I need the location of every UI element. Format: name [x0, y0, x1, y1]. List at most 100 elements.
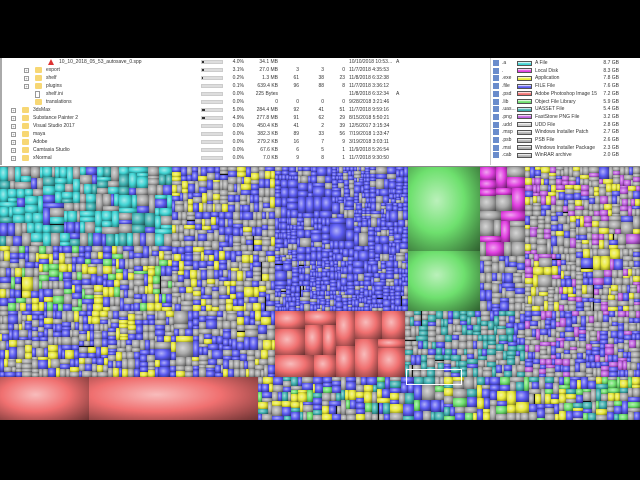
treemap-cell[interactable] — [43, 167, 53, 178]
treemap-cell[interactable] — [283, 415, 292, 420]
expand-icon[interactable]: + — [24, 75, 29, 81]
treemap-cell[interactable] — [480, 210, 501, 220]
treemap-cell[interactable] — [495, 405, 507, 415]
treemap-cell[interactable] — [506, 167, 525, 178]
treemap-cell[interactable] — [583, 249, 590, 259]
treemap-cell[interactable] — [272, 415, 284, 420]
treemap-cell[interactable] — [267, 219, 275, 227]
treemap-cell[interactable] — [275, 271, 287, 282]
treemap-cell[interactable] — [444, 415, 456, 420]
treemap-cell[interactable] — [383, 402, 391, 414]
treemap-cell[interactable] — [17, 346, 25, 359]
treemap-cell[interactable] — [38, 246, 47, 255]
treemap-cell[interactable] — [444, 388, 454, 397]
treemap-cell[interactable] — [0, 260, 10, 268]
treemap-cell[interactable] — [68, 211, 77, 223]
treemap-cell[interactable] — [610, 249, 620, 259]
treemap-cell[interactable] — [105, 234, 115, 246]
treemap-cell[interactable] — [164, 234, 172, 246]
treemap-cell[interactable] — [603, 269, 612, 277]
treemap-cell[interactable] — [160, 207, 172, 217]
treemap-cell[interactable] — [147, 302, 156, 311]
treemap-cell[interactable] — [403, 403, 415, 417]
treemap-cell[interactable] — [408, 167, 480, 251]
treemap-cell[interactable] — [37, 359, 48, 369]
treemap-cell[interactable] — [0, 377, 90, 420]
treemap-cell[interactable] — [315, 383, 323, 394]
tree-row[interactable]: 10_10_2018_05_53_autosave_0.spp 4.0% 34.1 … — [2, 58, 489, 66]
treemap-cell[interactable] — [377, 348, 405, 377]
treemap-cell[interactable] — [486, 242, 504, 256]
treemap-cell[interactable] — [232, 235, 241, 244]
treemap-cell[interactable] — [249, 337, 258, 351]
treemap-cell[interactable] — [600, 196, 609, 205]
treemap-cell[interactable] — [575, 251, 584, 259]
treemap-cell[interactable] — [160, 216, 172, 226]
treemap-cell[interactable] — [64, 184, 73, 192]
treemap-cell[interactable] — [224, 212, 233, 220]
treemap-cell[interactable] — [467, 388, 478, 398]
treemap-cell[interactable] — [101, 227, 120, 235]
treemap-cell[interactable] — [212, 182, 220, 190]
treemap-cell[interactable] — [165, 265, 172, 276]
treemap-cell[interactable] — [374, 244, 384, 255]
treemap-cell[interactable] — [232, 350, 240, 358]
treemap[interactable] — [0, 166, 640, 420]
treemap-cell[interactable] — [119, 212, 132, 221]
treemap-cell[interactable] — [92, 232, 102, 246]
treemap-cell[interactable] — [9, 346, 18, 359]
treemap-cell[interactable] — [7, 167, 16, 181]
treemap-cell[interactable] — [636, 269, 640, 276]
treemap-cell[interactable] — [160, 280, 168, 289]
treemap-cell[interactable] — [536, 417, 545, 420]
treemap-cell[interactable] — [386, 167, 397, 175]
treemap-cell[interactable] — [96, 181, 109, 189]
treemap-cell[interactable] — [568, 203, 576, 211]
treemap-cell[interactable] — [364, 384, 374, 393]
treemap-cell[interactable] — [8, 314, 18, 324]
treemap-cell[interactable] — [617, 233, 626, 245]
treemap-cell[interactable] — [70, 239, 81, 246]
treemap-cell[interactable] — [15, 181, 31, 190]
treemap-cell[interactable] — [586, 285, 594, 295]
treemap-cell[interactable] — [534, 177, 542, 186]
treemap-cell[interactable] — [12, 235, 23, 246]
treemap-cell[interactable] — [46, 246, 54, 255]
treemap-cell[interactable] — [268, 230, 275, 238]
treemap-cell[interactable] — [145, 232, 155, 246]
treemap-cell[interactable] — [47, 367, 56, 377]
treemap-cell[interactable] — [225, 227, 233, 236]
treemap-cell[interactable] — [260, 316, 272, 325]
treemap-cell[interactable] — [267, 357, 275, 366]
treemap-cell[interactable] — [635, 370, 640, 377]
treemap-cell[interactable] — [139, 354, 148, 362]
treemap-cell[interactable] — [243, 287, 254, 297]
treemap-cell[interactable] — [491, 284, 500, 294]
treemap-cell[interactable] — [131, 225, 145, 233]
treemap-cell[interactable] — [8, 223, 15, 236]
treemap-cell[interactable] — [614, 278, 624, 286]
treemap-cell[interactable] — [85, 167, 97, 175]
treemap-cell[interactable] — [480, 301, 487, 311]
treemap-cell[interactable] — [200, 270, 208, 280]
treemap-cell[interactable] — [206, 233, 214, 241]
treemap-cell[interactable] — [51, 358, 60, 368]
treemap-cell[interactable] — [247, 360, 255, 369]
treemap-cell[interactable] — [613, 405, 622, 415]
expand-icon[interactable]: + — [11, 107, 16, 113]
treemap-cell[interactable] — [421, 384, 435, 400]
treemap-cell[interactable] — [591, 226, 599, 234]
treemap-cell[interactable] — [481, 389, 491, 398]
treemap-cell[interactable] — [258, 402, 268, 410]
treemap-cell[interactable] — [564, 193, 574, 201]
expand-icon[interactable]: + — [24, 67, 29, 73]
treemap-cell[interactable] — [321, 196, 333, 211]
treemap-cell[interactable] — [314, 196, 322, 211]
treemap-cell[interactable] — [153, 276, 161, 285]
treemap-cell[interactable] — [335, 311, 356, 347]
tree-row[interactable]: + Substance Painter 2 4.9% 277.8 MB 91 62 29 8/… — [2, 114, 489, 122]
treemap-cell[interactable] — [271, 237, 275, 247]
tree-row[interactable]: translations 0.0% 0 0 0 0 9/28/2018 3:21:46 — [2, 98, 489, 106]
treemap-cell[interactable] — [236, 341, 245, 351]
treemap-cell[interactable] — [512, 188, 525, 211]
